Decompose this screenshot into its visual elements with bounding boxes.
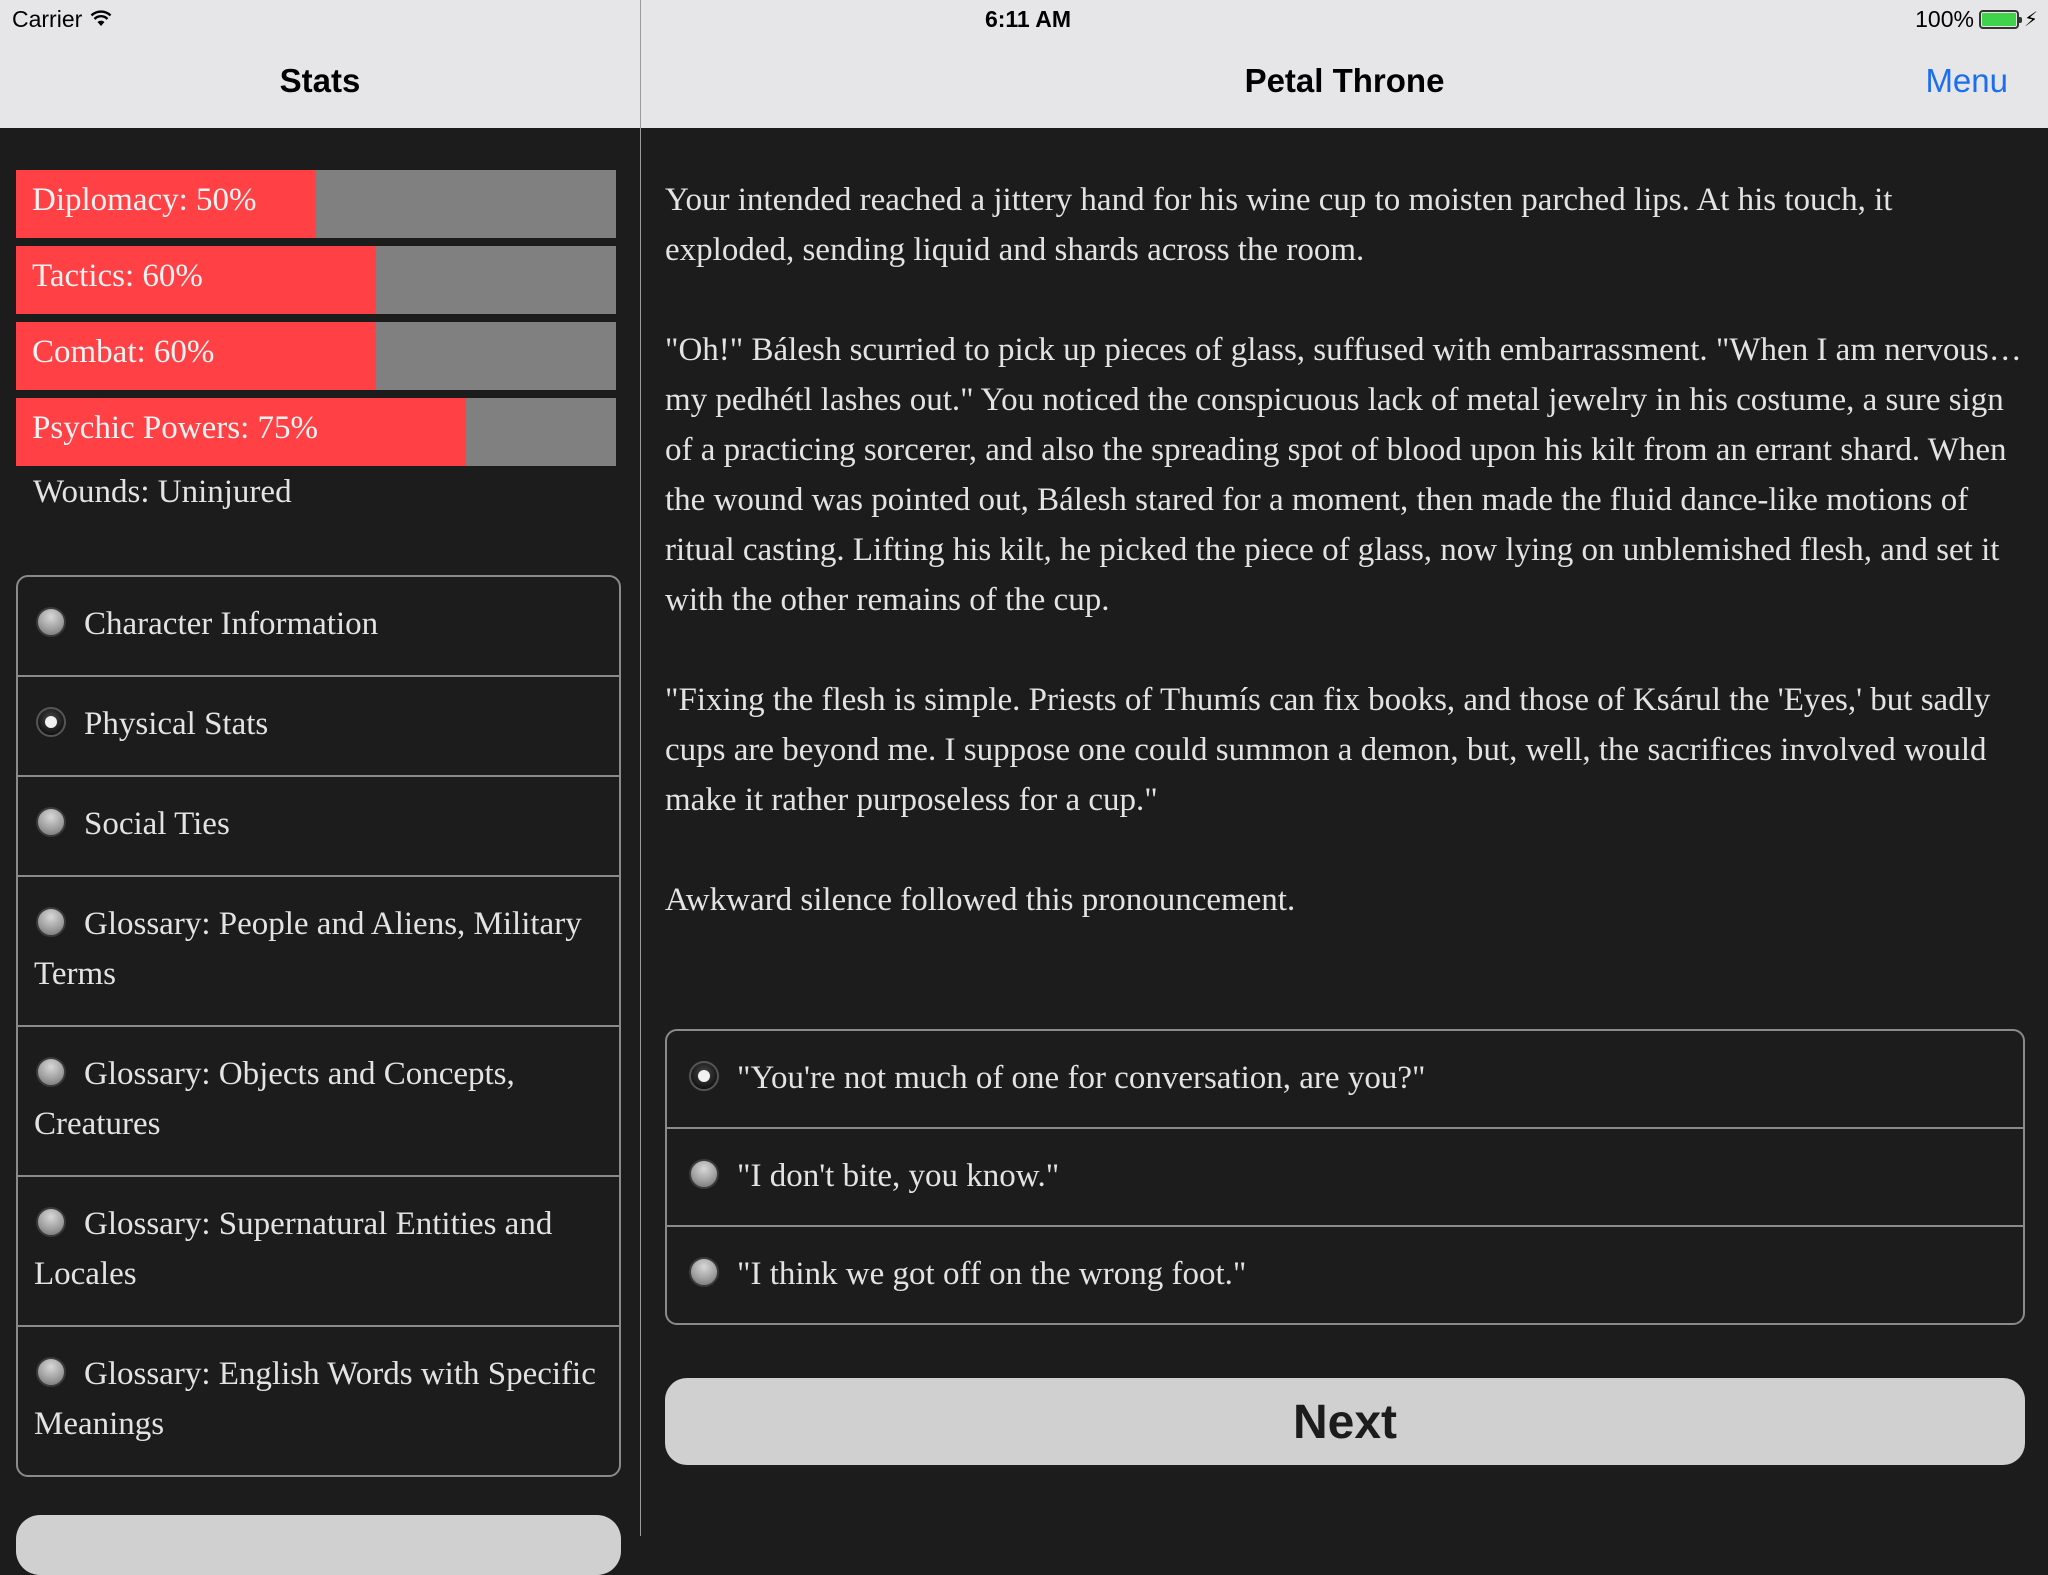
stat-bar-psychic-powers: Psychic Powers: 75% — [16, 398, 616, 466]
story-nav-bar: Petal Throne Menu — [641, 40, 2048, 128]
section-label: Glossary: English Words with Specific Me… — [34, 1356, 596, 1442]
stat-label: Diplomacy: 50% — [32, 182, 257, 218]
stats-nav-bar: Stats — [0, 40, 640, 128]
stat-label: Tactics: 60% — [32, 258, 203, 294]
next-button[interactable]: Next — [665, 1378, 2025, 1465]
stat-label: Psychic Powers: 75% — [32, 410, 318, 446]
battery-indicator: 100% ⚡︎ — [1915, 6, 2038, 33]
section-label: Social Ties — [84, 806, 230, 842]
radio-selected-icon[interactable] — [36, 707, 66, 737]
stats-section-list: Character Information Physical Stats Soc… — [16, 575, 621, 1477]
status-bar: Carrier 6:11 AM 100% ⚡︎ — [0, 0, 2048, 40]
story-title: Petal Throne — [1244, 62, 1445, 99]
stat-bar-tactics: Tactics: 60% — [16, 246, 616, 314]
stats-panel-button[interactable] — [16, 1515, 621, 1575]
section-character-information[interactable]: Character Information — [18, 577, 619, 675]
section-label: Physical Stats — [84, 706, 269, 742]
radio-icon[interactable] — [36, 807, 66, 837]
radio-selected-icon[interactable] — [689, 1061, 719, 1091]
charging-bolt-icon: ⚡︎ — [2023, 9, 2038, 31]
stats-title: Stats — [279, 62, 361, 99]
radio-icon[interactable] — [36, 1357, 66, 1387]
choice-option[interactable]: "I think we got off on the wrong foot." — [667, 1225, 2023, 1323]
stat-bar-combat: Combat: 60% — [16, 322, 616, 390]
section-social-ties[interactable]: Social Ties — [18, 775, 619, 875]
battery-percent: 100% — [1915, 6, 1974, 32]
section-physical-stats[interactable]: Physical Stats — [18, 675, 619, 775]
radio-icon[interactable] — [689, 1257, 719, 1287]
section-label: Glossary: People and Aliens, Military Te… — [34, 906, 582, 992]
wounds-status: Wounds: Uninjured — [33, 474, 292, 510]
story-paragraph: Your intended reached a jittery hand for… — [665, 182, 1893, 268]
story-paragraph: "Oh!" Bálesh scurried to pick up pieces … — [665, 332, 2022, 618]
split-view-divider — [640, 0, 641, 1536]
section-glossary-people-aliens[interactable]: Glossary: People and Aliens, Military Te… — [18, 875, 619, 1025]
section-label: Glossary: Objects and Concepts, Creature… — [34, 1056, 515, 1142]
choice-label: "I don't bite, you know." — [737, 1158, 1060, 1194]
section-glossary-supernatural[interactable]: Glossary: Supernatural Entities and Loca… — [18, 1175, 619, 1325]
choice-option[interactable]: "I don't bite, you know." — [667, 1127, 2023, 1225]
radio-icon[interactable] — [36, 1057, 66, 1087]
menu-button[interactable]: Menu — [1925, 62, 2008, 100]
section-label: Glossary: Supernatural Entities and Loca… — [34, 1206, 553, 1292]
choice-label: "I think we got off on the wrong foot." — [737, 1256, 1247, 1292]
section-label: Character Information — [84, 606, 379, 642]
section-glossary-english-words[interactable]: Glossary: English Words with Specific Me… — [18, 1325, 619, 1475]
stat-bar-diplomacy: Diplomacy: 50% — [16, 170, 616, 238]
choice-label: "You're not much of one for conversation… — [737, 1060, 1426, 1096]
radio-icon[interactable] — [36, 907, 66, 937]
story-paragraph: Awkward silence followed this pronouncem… — [665, 882, 1296, 918]
story-text: Your intended reached a jittery hand for… — [665, 175, 2025, 975]
stat-label: Combat: 60% — [32, 334, 215, 370]
clock: 6:11 AM — [984, 6, 1072, 32]
battery-icon — [1978, 10, 2022, 29]
story-paragraph: "Fixing the flesh is simple. Priests of … — [665, 682, 1991, 818]
radio-icon[interactable] — [36, 607, 66, 637]
stat-bars: Diplomacy: 50% Tactics: 60% Combat: 60% … — [16, 170, 616, 474]
choice-list: "You're not much of one for conversation… — [665, 1029, 2025, 1325]
radio-icon[interactable] — [36, 1207, 66, 1237]
section-glossary-objects-concepts[interactable]: Glossary: Objects and Concepts, Creature… — [18, 1025, 619, 1175]
radio-icon[interactable] — [689, 1159, 719, 1189]
choice-option[interactable]: "You're not much of one for conversation… — [667, 1031, 2023, 1127]
